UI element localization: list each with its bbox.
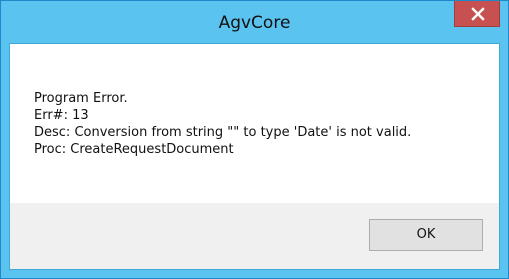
title-bar[interactable]: AgvCore (1, 1, 508, 43)
message-line-description: Desc: Conversion from string "" to type … (34, 125, 412, 140)
window-title: AgvCore (218, 13, 291, 33)
ok-button[interactable]: OK (369, 219, 483, 251)
message-line-program-error: Program Error. (34, 91, 128, 106)
dialog-body: Program Error. Err#: 13 Desc: Conversion f… (9, 43, 500, 270)
message-line-error-number: Err#: 13 (34, 108, 89, 123)
close-icon (471, 7, 485, 21)
error-message: Program Error. Err#: 13 Desc: Conversion f… (34, 90, 411, 158)
button-bar: OK (10, 203, 499, 269)
close-button[interactable] (454, 1, 500, 27)
message-line-procedure: Proc: CreateRequestDocument (34, 142, 234, 157)
message-dialog: AgvCore Program Error. Err#: 13 Desc: Conv… (0, 0, 509, 279)
